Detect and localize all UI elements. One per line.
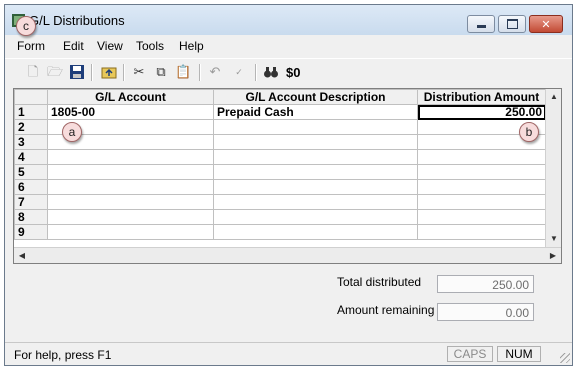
status-help-text: For help, press F1 (14, 348, 112, 362)
description-cell[interactable] (213, 164, 418, 180)
row-number-header (14, 89, 48, 105)
find-icon[interactable] (263, 64, 279, 80)
close-button[interactable]: ✕ (529, 15, 563, 33)
gl-account-cell[interactable] (47, 179, 214, 195)
close-icon: ✕ (541, 18, 551, 31)
menu-bar: Form Edit View Tools Help (5, 36, 572, 54)
cut-icon[interactable]: ✂ (131, 64, 147, 80)
amount-remaining-field: 0.00 (437, 303, 534, 321)
amount-cell[interactable] (417, 164, 546, 180)
gl-account-cell[interactable] (47, 149, 214, 165)
header-row: G/L Account G/L Account Description Dist… (14, 89, 546, 105)
total-distributed-label: Total distributed (337, 275, 422, 289)
amount-cell[interactable] (417, 194, 546, 210)
callout-a: a (62, 122, 82, 142)
gl-account-cell[interactable] (47, 209, 214, 225)
total-distributed-field: 250.00 (437, 275, 534, 293)
gl-account-cell[interactable] (47, 164, 214, 180)
zero-dollar-button[interactable]: $0 (286, 65, 300, 80)
distribution-grid: G/L Account G/L Account Description Dist… (13, 88, 562, 264)
distribution-table: G/L Account G/L Account Description Dist… (14, 89, 546, 240)
table-row: 4 (14, 149, 546, 165)
description-cell[interactable]: Prepaid Cash (213, 104, 418, 120)
spell-check-icon[interactable]: ✓ (231, 64, 247, 80)
description-cell[interactable] (213, 134, 418, 150)
toolbar-separator (123, 64, 125, 81)
table-row: 7 (14, 194, 546, 210)
row-number: 9 (14, 224, 48, 240)
scroll-left-icon[interactable]: ◀ (14, 248, 30, 264)
description-cell[interactable] (213, 194, 418, 210)
table-row: 2 (14, 119, 546, 135)
open-folder-icon[interactable]: 🗁 (47, 64, 63, 80)
table-row: 3 (14, 134, 546, 150)
minimize-icon (468, 16, 494, 32)
row-number: 2 (14, 119, 48, 135)
num-indicator: NUM (497, 346, 541, 362)
maximize-icon (499, 16, 525, 32)
table-row: 8 (14, 209, 546, 225)
resize-grip-icon[interactable] (560, 353, 570, 363)
save-icon[interactable] (69, 64, 85, 80)
status-bar: For help, press F1 CAPS NUM (5, 342, 572, 365)
copy-icon[interactable]: ⧉ (153, 64, 169, 80)
amount-cell[interactable] (417, 209, 546, 225)
table-row: 9 (14, 224, 546, 240)
table-row: 5 (14, 164, 546, 180)
row-number: 6 (14, 179, 48, 195)
gl-account-cell[interactable] (47, 224, 214, 240)
description-cell[interactable] (213, 179, 418, 195)
amount-cell[interactable]: 250.00 (417, 104, 546, 120)
undo-icon[interactable]: ↶ (207, 64, 223, 80)
new-document-icon[interactable]: 🗋 (25, 64, 41, 80)
caps-indicator: CAPS (447, 346, 493, 362)
description-cell[interactable] (213, 209, 418, 225)
gl-account-cell[interactable]: 1805-00 (47, 104, 214, 120)
amount-remaining-label: Amount remaining (337, 303, 435, 317)
maximize-button[interactable] (498, 15, 526, 33)
row-number: 3 (14, 134, 48, 150)
scroll-down-icon[interactable]: ▼ (546, 231, 562, 247)
description-cell[interactable] (213, 149, 418, 165)
column-header-gl-account[interactable]: G/L Account (47, 89, 214, 105)
callout-c: c (16, 16, 36, 36)
vertical-scrollbar[interactable]: ▲ ▼ (545, 89, 561, 247)
column-header-amount[interactable]: Distribution Amount (417, 89, 546, 105)
gl-distributions-window: G/L Distributions ✕ Form Edit View Tools… (4, 4, 573, 366)
toolbar-separator (91, 64, 93, 81)
scroll-right-icon[interactable]: ▶ (545, 248, 561, 264)
toolbar-separator (255, 64, 257, 81)
menu-form[interactable]: Form (17, 39, 45, 53)
description-cell[interactable] (213, 224, 418, 240)
callout-b: b (519, 122, 539, 142)
description-cell[interactable] (213, 119, 418, 135)
amount-cell[interactable] (417, 179, 546, 195)
scroll-up-icon[interactable]: ▲ (546, 89, 562, 105)
menu-view[interactable]: View (97, 39, 123, 53)
row-number: 4 (14, 149, 48, 165)
menu-edit[interactable]: Edit (63, 39, 84, 53)
toolbar: 🗋 🗁 ✂ ⧉ 📋 ↶ ✓ $0 (5, 58, 572, 85)
row-number: 5 (14, 164, 48, 180)
toolbar-separator (199, 64, 201, 81)
paste-icon[interactable]: 📋 (175, 64, 191, 80)
row-number: 1 (14, 104, 48, 120)
table-row: 6 (14, 179, 546, 195)
menu-help[interactable]: Help (179, 39, 204, 53)
menu-tools[interactable]: Tools (136, 39, 164, 53)
table-row: 1 1805-00 Prepaid Cash 250.00 (14, 104, 546, 120)
import-folder-icon[interactable] (101, 64, 117, 80)
amount-cell[interactable] (417, 149, 546, 165)
row-number: 8 (14, 209, 48, 225)
amount-cell[interactable] (417, 224, 546, 240)
minimize-button[interactable] (467, 15, 495, 33)
gl-account-cell[interactable] (47, 194, 214, 210)
column-header-description[interactable]: G/L Account Description (213, 89, 418, 105)
horizontal-scrollbar[interactable]: ◀ ▶ (14, 247, 561, 263)
title-bar: G/L Distributions ✕ (5, 5, 572, 35)
row-number: 7 (14, 194, 48, 210)
window-title: G/L Distributions (29, 13, 125, 28)
